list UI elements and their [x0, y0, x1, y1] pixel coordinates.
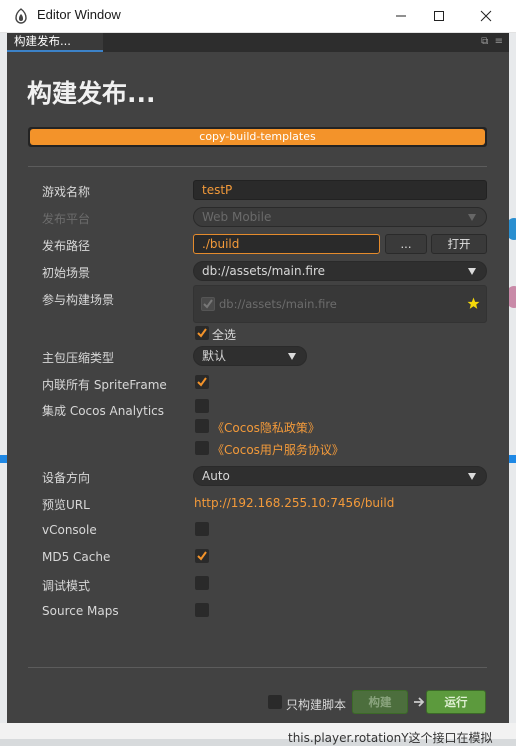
preview-url-link[interactable]: http://192.168.255.10:7456/build: [194, 496, 394, 510]
checkmark-icon: [197, 377, 207, 387]
arrow-right-icon: [414, 697, 425, 707]
game-name-input[interactable]: testP: [193, 180, 487, 200]
build-path-input[interactable]: ./build: [193, 234, 380, 254]
source-maps-label: Source Maps: [42, 604, 119, 618]
window-title: Editor Window: [37, 7, 121, 22]
scene-item: db://assets/main.fire: [219, 297, 337, 311]
divider: [28, 667, 487, 668]
privacy-policy-link[interactable]: 《Cocos隐私政策》: [212, 419, 320, 436]
inline-sprite-checkbox[interactable]: [195, 375, 209, 389]
build-panel: 构建发布... ⧉ ≡ 构建发布... copy-build-templates…: [7, 33, 509, 723]
scene-list: db://assets/main.fire: [193, 285, 487, 323]
tab-tools: ⧉ ≡: [481, 36, 503, 47]
script-only-checkbox[interactable]: [268, 695, 282, 709]
open-folder-button[interactable]: 打开: [431, 234, 487, 254]
analytics-checkbox[interactable]: [195, 399, 209, 413]
source-maps-checkbox[interactable]: [195, 603, 209, 617]
terms-checkbox[interactable]: [195, 441, 209, 455]
checkmark-icon: [197, 328, 207, 338]
chevron-down-icon: [468, 473, 476, 480]
maximize-button[interactable]: [416, 0, 462, 32]
close-button[interactable]: [463, 0, 509, 32]
script-only-label: 只构建脚本: [286, 698, 347, 712]
preview-url-label: 预览URL: [42, 498, 90, 512]
start-scene-value: db://assets/main.fire: [202, 264, 326, 278]
game-name-label: 游戏名称: [42, 185, 91, 199]
select-all-checkbox[interactable]: [195, 326, 209, 340]
build-progress-bar: copy-build-templates: [28, 127, 487, 147]
analytics-label: 集成 Cocos Analytics: [42, 404, 165, 418]
platform-select: Web Mobile: [193, 207, 487, 227]
popout-icon[interactable]: ⧉: [481, 36, 488, 47]
chevron-down-icon: [288, 353, 296, 360]
browse-button[interactable]: ...: [385, 234, 427, 254]
divider: [28, 166, 487, 167]
run-button[interactable]: 运行: [426, 690, 486, 714]
privacy-checkbox[interactable]: [195, 419, 209, 433]
start-scene-select[interactable]: db://assets/main.fire: [193, 261, 487, 281]
orientation-value: Auto: [202, 469, 230, 483]
build-path-label: 发布路径: [42, 239, 91, 253]
platform-value: Web Mobile: [202, 210, 272, 224]
debug-mode-label: 调试模式: [42, 579, 91, 593]
background-text: this.player.rotationY这个接口在模拟: [288, 731, 493, 745]
close-icon: [480, 10, 492, 22]
md5-cache-checkbox[interactable]: [195, 549, 209, 563]
compression-value: 默认: [202, 349, 227, 363]
page-title: 构建发布...: [27, 79, 156, 108]
checkmark-icon: [203, 299, 213, 309]
vconsole-label: vConsole: [42, 523, 97, 537]
title-bar: Editor Window: [0, 0, 516, 33]
terms-link[interactable]: 《Cocos用户服务协议》: [212, 441, 344, 458]
md5-cache-label: MD5 Cache: [42, 550, 111, 564]
minimize-icon: [396, 15, 406, 17]
menu-icon[interactable]: ≡: [495, 36, 503, 47]
debug-mode-checkbox[interactable]: [195, 576, 209, 590]
tab-bar: 构建发布... ⧉ ≡: [7, 33, 509, 52]
chevron-down-icon: [468, 214, 476, 221]
maximize-icon: [434, 11, 444, 21]
build-scenes-label: 参与构建场景: [42, 293, 115, 307]
platform-label: 发布平台: [42, 212, 91, 226]
inline-sprite-label: 内联所有 SpriteFrame: [42, 378, 167, 392]
star-icon: [467, 297, 480, 309]
scene-checkbox: [201, 297, 215, 311]
checkmark-icon: [197, 551, 207, 561]
tab-build[interactable]: 构建发布...: [7, 33, 103, 52]
progress-text: copy-build-templates: [199, 130, 316, 143]
vconsole-checkbox[interactable]: [195, 522, 209, 536]
build-button[interactable]: 构建: [352, 690, 408, 714]
orientation-select[interactable]: Auto: [193, 466, 487, 486]
start-scene-label: 初始场景: [42, 266, 91, 280]
orientation-label: 设备方向: [42, 471, 91, 485]
select-all-label: 全选: [212, 328, 237, 342]
chevron-down-icon: [468, 268, 476, 275]
compression-select[interactable]: 默认: [193, 346, 307, 366]
app-icon: [15, 8, 27, 24]
compression-label: 主包压缩类型: [42, 351, 115, 365]
